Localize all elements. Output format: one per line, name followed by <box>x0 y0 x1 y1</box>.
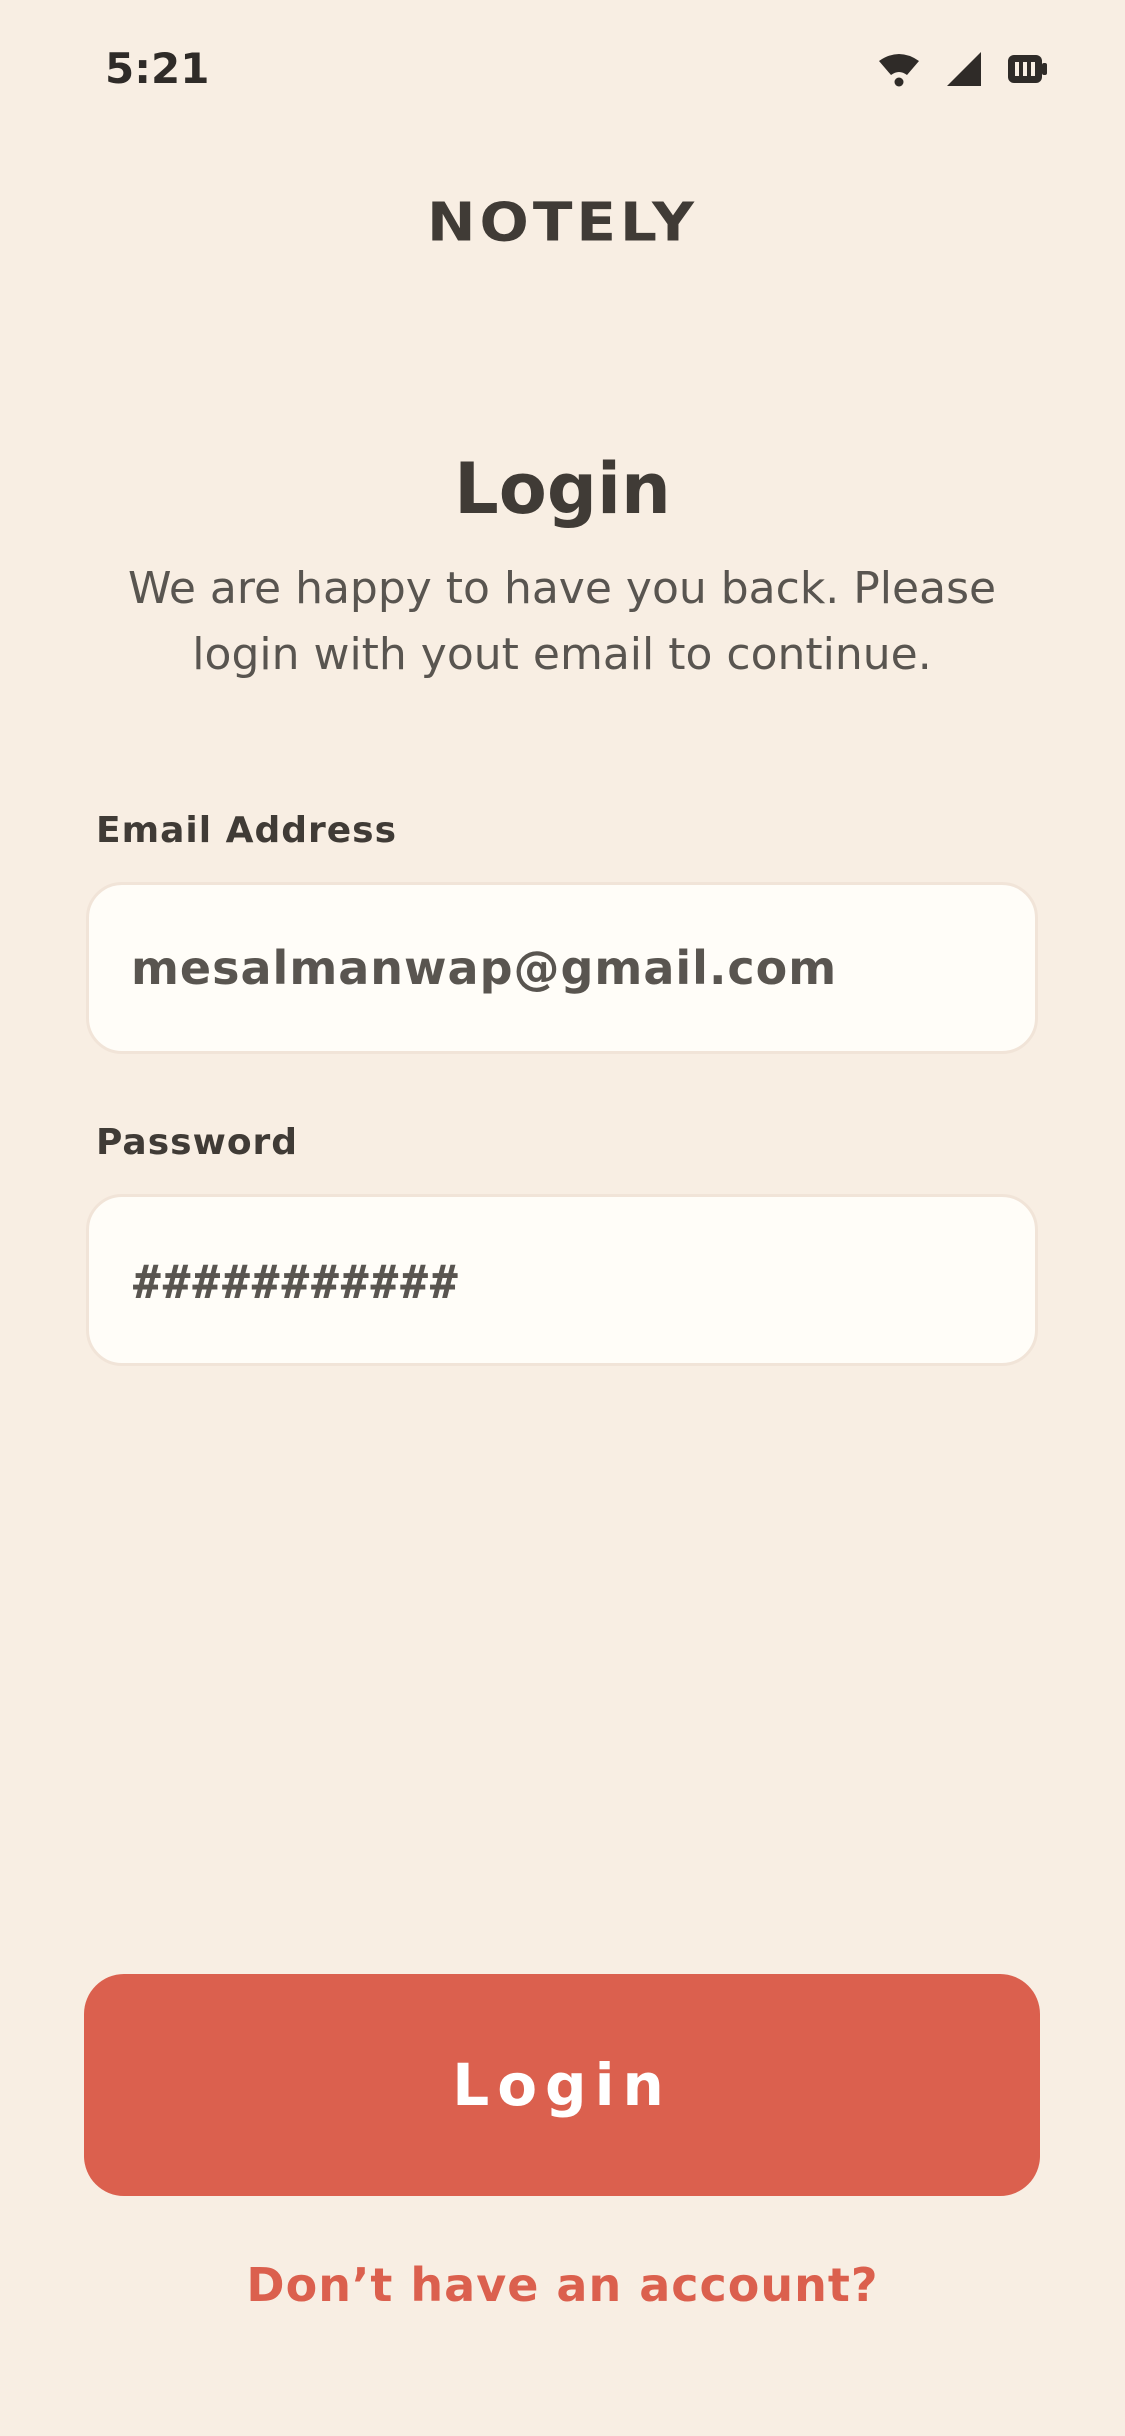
cellular-signal-icon <box>945 50 983 88</box>
email-field[interactable] <box>131 885 991 1051</box>
status-icons <box>877 50 1049 88</box>
login-button[interactable]: Login <box>84 1974 1040 2196</box>
status-time: 5:21 <box>105 44 210 93</box>
password-label: Password <box>96 1122 299 1163</box>
status-bar: 5:21 <box>0 0 1125 140</box>
password-value[interactable]: ########### <box>133 1255 460 1309</box>
app-logo: NOTELY <box>427 190 698 254</box>
wifi-icon <box>877 51 921 87</box>
password-field[interactable]: ########### <box>86 1194 1038 1366</box>
page-subtitle: We are happy to have you back. Please lo… <box>127 563 997 680</box>
page-title: Login <box>454 448 671 530</box>
battery-icon <box>1007 54 1049 84</box>
email-label: Email Address <box>96 810 398 851</box>
email-field-container[interactable] <box>86 882 1038 1054</box>
signup-link[interactable]: Don’t have an account? <box>0 2258 1125 2312</box>
